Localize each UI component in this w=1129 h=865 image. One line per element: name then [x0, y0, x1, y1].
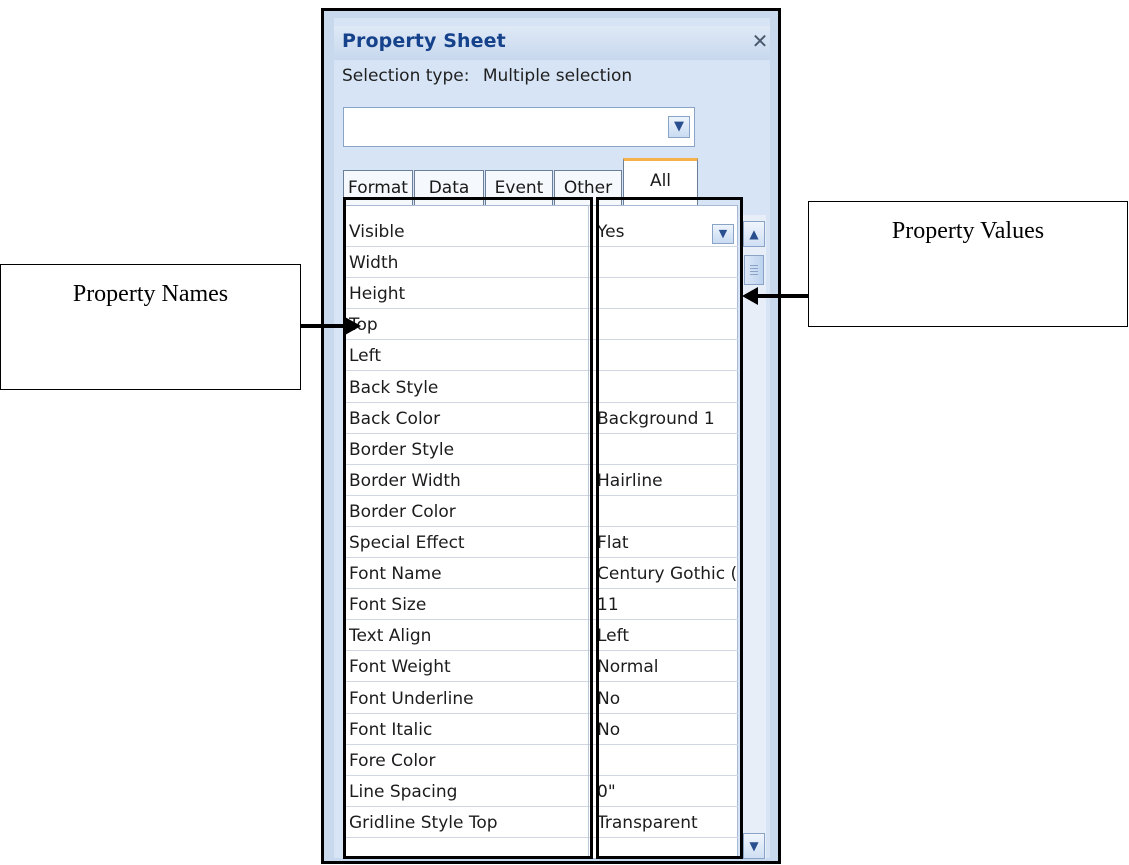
arrow-head-left	[742, 287, 758, 305]
close-icon[interactable]: ✕	[750, 29, 770, 53]
chevron-down-icon[interactable]: ▼	[668, 116, 690, 138]
callout-property-values: Property Values	[808, 201, 1128, 327]
property-names-highlight	[343, 197, 593, 859]
scroll-down-icon[interactable]: ▼	[743, 833, 765, 859]
arrow-to-names	[301, 324, 345, 328]
callout-property-names: Property Names	[0, 264, 301, 390]
property-values-highlight	[596, 197, 743, 859]
selection-type: Selection type: Multiple selection	[342, 66, 632, 86]
panel-title: Property Sheet	[342, 30, 506, 52]
object-selector-combo[interactable]: ▼	[343, 107, 695, 147]
scroll-up-icon[interactable]: ▲	[743, 221, 765, 247]
scroll-thumb[interactable]	[744, 255, 764, 285]
arrow-head-right	[345, 317, 361, 335]
selection-type-value: Multiple selection	[482, 66, 633, 86]
vertical-scrollbar[interactable]: ▲ ▼	[740, 215, 766, 859]
selection-type-label: Selection type:	[342, 66, 470, 86]
arrow-to-values	[758, 294, 808, 298]
